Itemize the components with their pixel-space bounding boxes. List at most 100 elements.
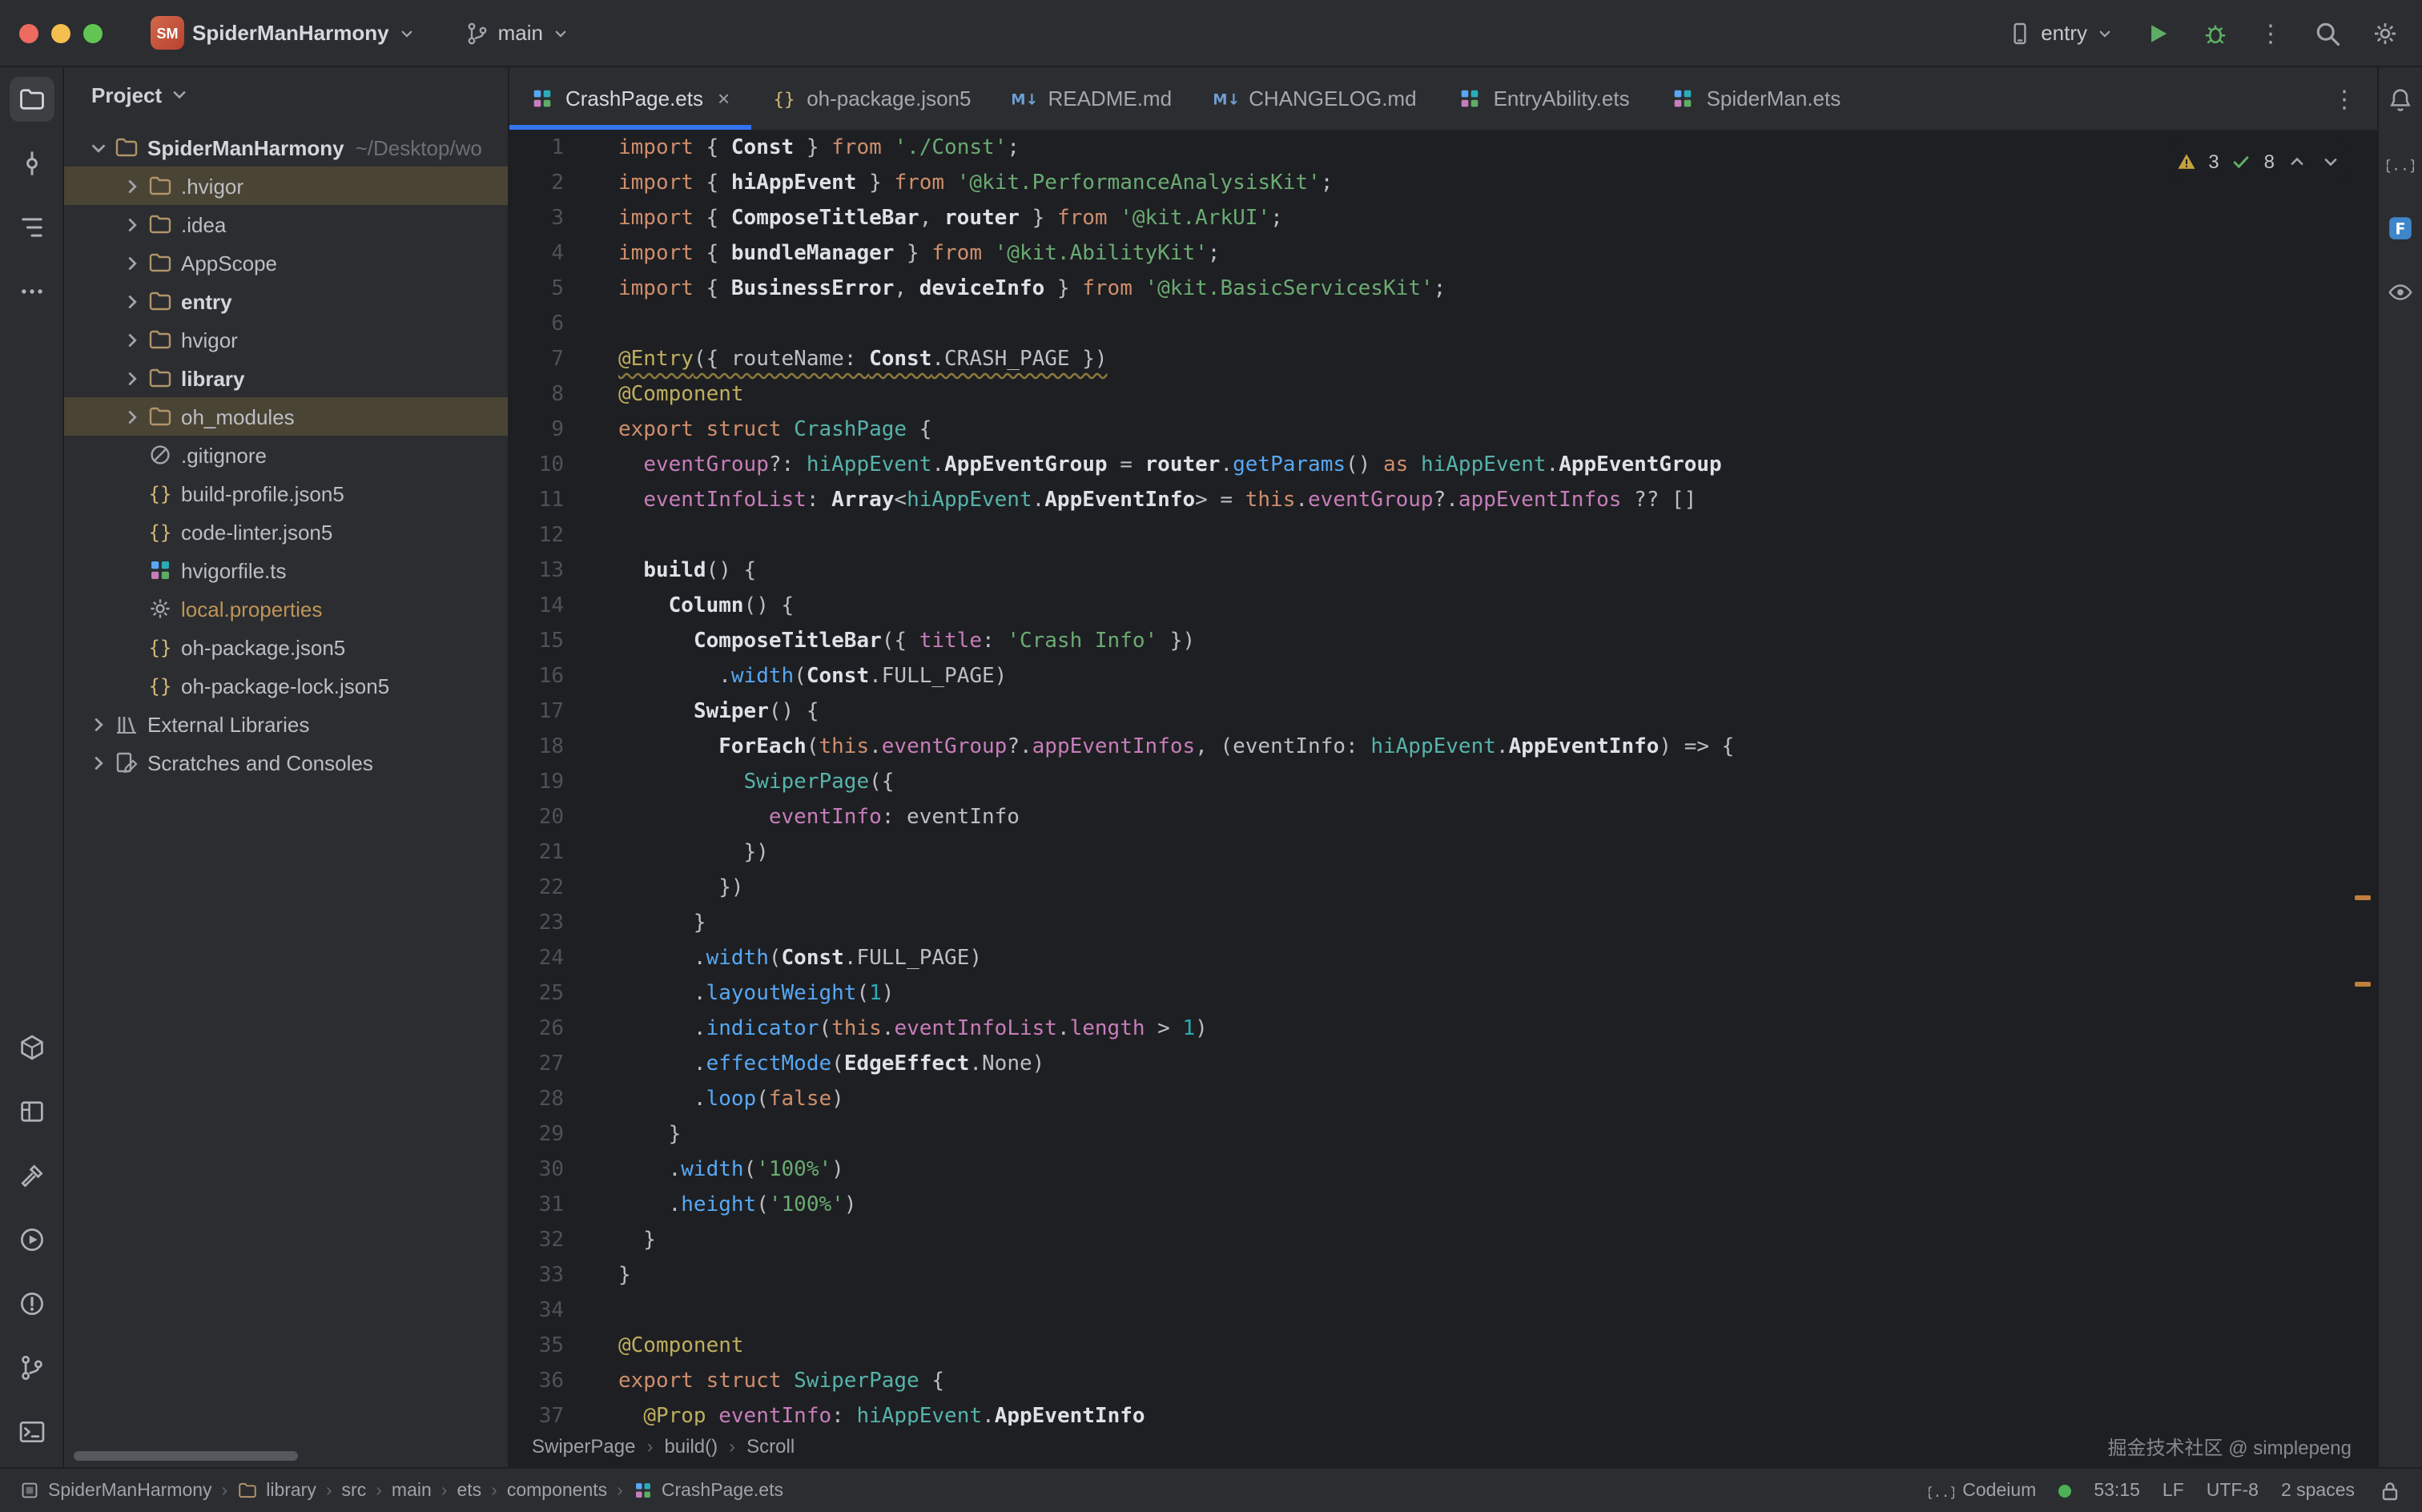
code-line-17[interactable]: 17 Swiper() { <box>509 695 2377 730</box>
tree-item-oh-package-lock-json5[interactable]: {}oh-package-lock.json5 <box>64 666 508 705</box>
tab-list-options-button[interactable]: ⋮ <box>2313 67 2377 130</box>
tree-chevron-icon[interactable] <box>120 366 144 390</box>
code-line-2[interactable]: 2import { hiAppEvent } from '@kit.Perfor… <box>509 167 2377 202</box>
run-button[interactable] <box>2143 18 2172 47</box>
tool-window-build-button[interactable] <box>9 1153 54 1198</box>
caret-position[interactable]: 53:15 <box>2094 1481 2140 1500</box>
line-number[interactable]: 27 <box>509 1048 564 1083</box>
code-line-13[interactable]: 13 build() { <box>509 554 2377 589</box>
tree-item-library[interactable]: library <box>64 359 508 397</box>
lock-icon[interactable] <box>2377 1478 2403 1503</box>
tool-window-versions-button[interactable] <box>9 1345 54 1390</box>
line-number[interactable]: 35 <box>509 1329 564 1365</box>
tree-item-build-profile-json5[interactable]: {}build-profile.json5 <box>64 474 508 513</box>
debug-button[interactable] <box>2201 18 2230 47</box>
line-number[interactable]: 21 <box>509 836 564 871</box>
line-separator[interactable]: LF <box>2162 1481 2184 1500</box>
tool-window-layout-button[interactable] <box>9 1089 54 1134</box>
line-number[interactable]: 20 <box>509 801 564 836</box>
tree-item-hvigor[interactable]: hvigor <box>64 320 508 359</box>
code-line-31[interactable]: 31 .height('100%') <box>509 1188 2377 1224</box>
line-number[interactable]: 29 <box>509 1118 564 1153</box>
code-line-9[interactable]: 9export struct CrashPage { <box>509 413 2377 448</box>
ai-assistant-button[interactable]: {..} <box>2387 151 2414 183</box>
code-line-37[interactable]: 37 @Prop eventInfo: hiAppEvent.AppEventI… <box>509 1400 2377 1426</box>
status-path-main[interactable]: main <box>392 1481 432 1500</box>
previous-problem-icon[interactable] <box>2286 151 2308 173</box>
line-number[interactable]: 26 <box>509 1012 564 1048</box>
indent-style[interactable]: 2 spaces <box>2281 1481 2355 1500</box>
tree-chevron-icon[interactable] <box>120 328 144 352</box>
previewer-button[interactable] <box>2387 279 2414 311</box>
tree-item-oh-modules[interactable]: oh_modules <box>64 397 508 436</box>
code-line-3[interactable]: 3import { ComposeTitleBar, router } from… <box>509 202 2377 237</box>
settings-button[interactable] <box>2371 18 2400 47</box>
line-number[interactable]: 19 <box>509 766 564 801</box>
code-line-25[interactable]: 25 .layoutWeight(1) <box>509 977 2377 1012</box>
minimize-window-button[interactable] <box>51 23 70 42</box>
code-line-24[interactable]: 24 .width(Const.FULL_PAGE) <box>509 942 2377 977</box>
line-number[interactable]: 37 <box>509 1400 564 1426</box>
run-configuration-selector[interactable]: entry <box>2007 20 2114 46</box>
tool-window-services-button[interactable] <box>9 1025 54 1070</box>
line-number[interactable]: 14 <box>509 589 564 625</box>
line-number[interactable]: 32 <box>509 1224 564 1259</box>
tree-item-hvigorfile-ts[interactable]: hvigorfile.ts <box>64 551 508 589</box>
project-selector[interactable]: SM SpiderManHarmony <box>141 11 426 54</box>
line-number[interactable]: 34 <box>509 1294 564 1329</box>
tree-item-code-linter-json5[interactable]: {}code-linter.json5 <box>64 513 508 551</box>
search-everywhere-button[interactable] <box>2313 18 2342 47</box>
tree-chevron-icon[interactable] <box>120 174 144 198</box>
next-problem-icon[interactable] <box>2319 151 2342 173</box>
tree-item-oh-package-json5[interactable]: {}oh-package.json5 <box>64 628 508 666</box>
line-number[interactable]: 31 <box>509 1188 564 1224</box>
tree-item-scratches-and-consoles[interactable]: Scratches and Consoles <box>64 743 508 782</box>
code-line-27[interactable]: 27 .effectMode(EdgeEffect.None) <box>509 1048 2377 1083</box>
more-actions-button[interactable]: ⋮ <box>2259 18 2284 47</box>
tab-changelog-md[interactable]: M↓CHANGELOG.md <box>1193 67 1438 130</box>
tree-item-appscope[interactable]: AppScope <box>64 243 508 282</box>
line-number[interactable]: 1 <box>509 131 564 167</box>
line-number[interactable]: 25 <box>509 977 564 1012</box>
inspection-widget[interactable]: 3 8 <box>2168 141 2348 183</box>
breadcrumb-swiperpage[interactable]: SwiperPage <box>532 1435 635 1458</box>
code-line-11[interactable]: 11 eventInfoList: Array<hiAppEvent.AppEv… <box>509 484 2377 519</box>
tree-chevron-icon[interactable] <box>120 251 144 275</box>
line-number[interactable]: 17 <box>509 695 564 730</box>
line-number[interactable]: 3 <box>509 202 564 237</box>
line-number[interactable]: 8 <box>509 378 564 413</box>
tab-readme-md[interactable]: M↓README.md <box>992 67 1193 130</box>
tab-crashpage-ets[interactable]: CrashPage.ets× <box>509 67 750 130</box>
tree-item-entry[interactable]: entry <box>64 282 508 320</box>
code-line-32[interactable]: 32 } <box>509 1224 2377 1259</box>
code-line-7[interactable]: 7@Entry({ routeName: Const.CRASH_PAGE }) <box>509 343 2377 378</box>
tree-item-spidermanharmony[interactable]: SpiderManHarmony~/Desktop/wo <box>64 128 508 167</box>
tab-entryability-ets[interactable]: EntryAbility.ets <box>1438 67 1651 130</box>
tree-chevron-icon[interactable] <box>86 750 111 774</box>
code-line-18[interactable]: 18 ForEach(this.eventGroup?.appEventInfo… <box>509 730 2377 766</box>
tree-chevron-icon[interactable] <box>120 212 144 236</box>
f-plugin-button[interactable]: F <box>2387 215 2414 247</box>
code-line-28[interactable]: 28 .loop(false) <box>509 1083 2377 1118</box>
line-number[interactable]: 28 <box>509 1083 564 1118</box>
line-number[interactable]: 33 <box>509 1259 564 1294</box>
line-number[interactable]: 16 <box>509 660 564 695</box>
warning-stripe-mark[interactable] <box>2355 895 2371 900</box>
line-number[interactable]: 9 <box>509 413 564 448</box>
tool-window-structure-button[interactable] <box>9 205 54 250</box>
code-line-29[interactable]: 29 } <box>509 1118 2377 1153</box>
code-line-12[interactable]: 12 <box>509 519 2377 554</box>
status-path-components[interactable]: components <box>507 1481 607 1500</box>
tool-window-terminal-button[interactable] <box>9 1409 54 1454</box>
line-number[interactable]: 5 <box>509 272 564 308</box>
tree-chevron-icon[interactable] <box>86 135 111 159</box>
breadcrumb-scroll[interactable]: Scroll <box>746 1435 795 1458</box>
tree-item-external-libraries[interactable]: External Libraries <box>64 705 508 743</box>
status-path-src[interactable]: src <box>342 1481 367 1500</box>
code-line-8[interactable]: 8@Component <box>509 378 2377 413</box>
code-line-10[interactable]: 10 eventGroup?: hiAppEvent.AppEventGroup… <box>509 448 2377 484</box>
code-line-1[interactable]: 1import { Const } from './Const'; <box>509 131 2377 167</box>
tool-window-commit-button[interactable] <box>9 141 54 186</box>
line-number[interactable]: 18 <box>509 730 564 766</box>
line-number[interactable]: 13 <box>509 554 564 589</box>
